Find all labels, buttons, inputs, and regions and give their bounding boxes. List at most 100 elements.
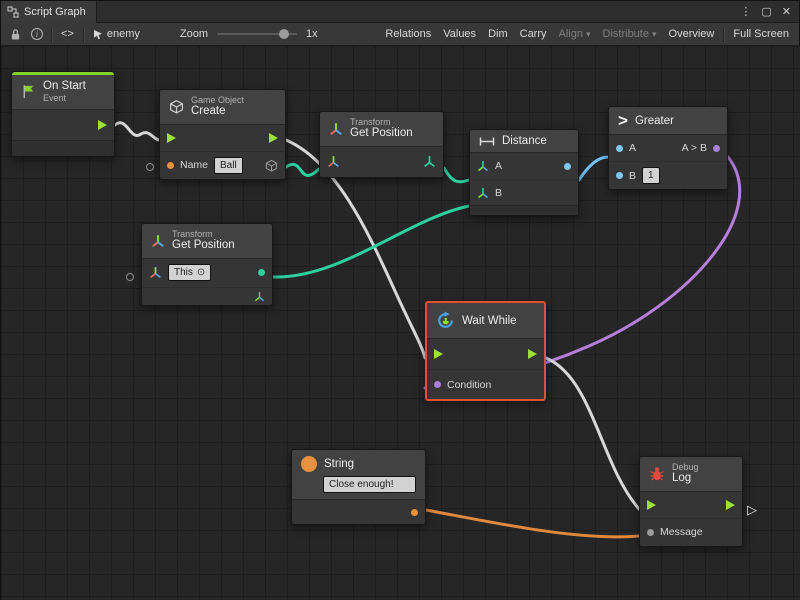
distribute-button[interactable]: Distribute▾: [597, 23, 663, 46]
node-subtitle: Event: [43, 93, 86, 103]
zoom-slider[interactable]: [217, 33, 297, 35]
node-title: String: [324, 458, 354, 470]
wire-gameobject-create-to-getposition[interactable]: [286, 164, 319, 175]
name-field[interactable]: Ball: [214, 157, 243, 174]
position-output-port[interactable]: [258, 269, 265, 276]
b-label: B: [495, 187, 502, 199]
overview-button[interactable]: Overview: [663, 23, 721, 46]
flow-output-port[interactable]: [528, 349, 537, 359]
node-debug-log[interactable]: Debug Log Message: [639, 456, 743, 547]
node-title: Get Position: [172, 239, 235, 252]
script-graph-window: Script Graph ⋮ ▢ ✕ i <> enemy: [0, 0, 800, 600]
string-icon: [301, 456, 317, 472]
greater-icon: >: [618, 112, 628, 129]
unconnected-port-indicator[interactable]: [126, 273, 134, 281]
vector-output-icon: [254, 291, 265, 302]
node-greater[interactable]: > Greater A A > B B 1: [608, 106, 728, 190]
maximize-icon[interactable]: ▢: [761, 5, 771, 18]
lock-icon: [10, 28, 21, 41]
message-input-port[interactable]: [647, 529, 654, 536]
info-button[interactable]: i: [26, 23, 48, 46]
lock-button[interactable]: [5, 23, 26, 46]
close-icon[interactable]: ✕: [782, 5, 791, 18]
b-value-field[interactable]: 1: [642, 167, 660, 184]
wire-flow-onstart-to-create[interactable]: [115, 123, 159, 140]
wire-flow-waitwhile-to-log[interactable]: [546, 358, 639, 509]
flow-input-port[interactable]: [167, 133, 176, 143]
bug-icon: [649, 466, 665, 482]
graph-name-label: enemy: [107, 28, 140, 40]
b-input-port[interactable]: [616, 172, 623, 179]
graph-context[interactable]: enemy: [87, 23, 146, 46]
zoom-slider-thumb[interactable]: [279, 29, 289, 39]
result-output-port[interactable]: [713, 145, 720, 152]
node-title: Get Position: [350, 127, 413, 140]
flag-icon: [21, 84, 36, 99]
transform-icon: [151, 234, 165, 248]
unconnected-port-indicator[interactable]: [146, 163, 154, 171]
flow-output-port[interactable]: [98, 120, 107, 130]
node-get-position-top[interactable]: Transform Get Position: [319, 111, 444, 178]
node-wait-while[interactable]: Wait While Condition: [425, 301, 546, 401]
wire-distance-to-greater-a[interactable]: [579, 157, 608, 180]
zoom-control: Zoom 1x: [174, 23, 324, 46]
node-title: Create: [191, 105, 244, 118]
graph-toolbar: i <> enemy Zoom 1x Relations Values Dim …: [1, 23, 799, 46]
cube-icon: [169, 99, 184, 114]
message-label: Message: [660, 526, 703, 538]
gameobject-output-port[interactable]: [265, 159, 278, 172]
string-value-field[interactable]: Close enough!: [323, 476, 416, 493]
a-input-port[interactable]: [616, 145, 623, 152]
title-bar: Script Graph ⋮ ▢ ✕: [1, 1, 799, 23]
flow-input-port[interactable]: [647, 500, 656, 510]
position-output-port[interactable]: [423, 155, 436, 168]
distance-output-port[interactable]: [564, 163, 571, 170]
relations-button[interactable]: Relations: [379, 23, 437, 46]
a-label: A: [629, 142, 636, 154]
a-label: A: [495, 160, 502, 172]
vector-b-input-port[interactable]: [477, 187, 489, 199]
node-category: Transform: [172, 229, 235, 239]
flow-input-port[interactable]: [434, 349, 443, 359]
flow-output-port[interactable]: [726, 500, 735, 510]
vector-a-input-port[interactable]: [477, 160, 489, 172]
graph-tab-icon: [7, 6, 19, 18]
target-field[interactable]: This ⊙: [168, 264, 211, 281]
node-category: Transform: [350, 117, 413, 127]
node-string-literal[interactable]: String Close enough!: [291, 449, 426, 525]
node-get-position-this[interactable]: Transform Get Position This ⊙: [141, 223, 273, 306]
caret-down-icon: ▾: [586, 30, 591, 39]
name-label: Name: [180, 159, 208, 171]
dangling-flow-arrow-icon[interactable]: ▷: [747, 502, 757, 518]
wire-position-to-distance-a[interactable]: [444, 168, 469, 182]
caret-down-icon: ▾: [652, 30, 657, 39]
node-distance[interactable]: Distance A B: [469, 129, 579, 216]
node-title: On Start: [43, 80, 86, 93]
node-create-gameobject[interactable]: Game Object Create Name Ball: [159, 89, 286, 180]
align-button[interactable]: Align▾: [553, 23, 597, 46]
transform-input-port[interactable]: [327, 155, 340, 168]
carry-button[interactable]: Carry: [514, 23, 553, 46]
tab-script-graph[interactable]: Script Graph: [1, 1, 97, 23]
node-on-start[interactable]: On Start Event: [11, 71, 115, 157]
window-menu-icon[interactable]: ⋮: [740, 5, 751, 18]
condition-label: Condition: [447, 379, 491, 391]
code-icon: <>: [61, 28, 74, 40]
condition-input-port[interactable]: [434, 381, 441, 388]
transform-input-port[interactable]: [149, 266, 162, 279]
name-input-port[interactable]: [167, 162, 174, 169]
values-button[interactable]: Values: [437, 23, 482, 46]
flow-output-port[interactable]: [269, 133, 278, 143]
edit-graph-button[interactable]: <>: [55, 23, 80, 46]
zoom-value: 1x: [306, 28, 318, 40]
distance-icon: [479, 136, 495, 147]
tab-label: Script Graph: [24, 6, 86, 18]
node-category: Game Object: [191, 95, 244, 105]
string-output-port[interactable]: [411, 509, 418, 516]
dim-button[interactable]: Dim: [482, 23, 514, 46]
wire-string-to-message[interactable]: [426, 510, 639, 537]
graph-canvas[interactable]: On Start Event Game Object Create: [1, 46, 800, 600]
fullscreen-button[interactable]: Full Screen: [727, 23, 795, 46]
result-label: A > B: [682, 142, 707, 154]
object-picker-icon[interactable]: ⊙: [197, 266, 205, 279]
